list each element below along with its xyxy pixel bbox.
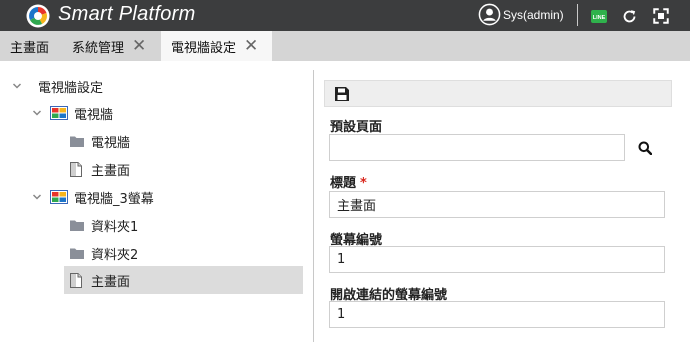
chevron-down-icon[interactable]	[32, 108, 42, 118]
panel-divider	[313, 70, 314, 342]
page-icon	[70, 161, 82, 177]
tab-label: 電視牆設定	[171, 40, 237, 56]
line-icon: LINE	[591, 9, 607, 23]
tree-item-label: 資料夾2	[91, 247, 139, 263]
search-button[interactable]	[632, 135, 658, 161]
tree-item-page-selected[interactable]: 主畫面	[70, 266, 130, 294]
tree-item-wall[interactable]: 電視牆_3螢幕	[50, 183, 154, 211]
save-icon[interactable]	[334, 86, 350, 102]
tv-wall-icon	[50, 106, 68, 120]
tab-label: 主畫面	[10, 40, 50, 56]
tree-item-label: 資料夾1	[91, 219, 139, 235]
tab-bar: 主畫面 系統管理 ✕ 電視牆設定 ✕	[0, 31, 690, 61]
title-label: 標題 *	[330, 176, 367, 191]
page-icon	[70, 272, 82, 288]
folder-icon	[70, 220, 84, 231]
app-header: Smart Platform Sys(admin) LINE	[0, 0, 690, 31]
user-name: Sys(admin)	[503, 7, 564, 22]
chevron-down-icon[interactable]	[32, 192, 42, 202]
tab-home[interactable]: 主畫面	[0, 31, 64, 61]
tree-item-label: 主畫面	[91, 163, 131, 179]
default-page-label: 預設頁面	[330, 120, 383, 135]
tree-item-label: 主畫面	[91, 274, 131, 290]
screen-number-input[interactable]	[329, 246, 665, 273]
form-toolbar	[324, 80, 672, 107]
tree-item-folder[interactable]: 資料夾1	[70, 211, 138, 239]
tree-item-page[interactable]: 主畫面	[70, 155, 130, 183]
user-avatar-icon	[478, 3, 501, 26]
line-button[interactable]: LINE	[588, 5, 610, 27]
tree-item-label: 電視牆_3螢幕	[74, 191, 154, 207]
default-page-input[interactable]	[329, 134, 625, 161]
search-icon	[638, 141, 652, 155]
refresh-icon	[623, 9, 635, 22]
close-icon[interactable]: ✕	[132, 37, 146, 55]
tree-item-label: 電視牆	[74, 107, 114, 123]
chevron-down-icon[interactable]	[12, 81, 22, 91]
tree-item-folder[interactable]: 電視牆	[70, 127, 130, 155]
tab-label: 系統管理	[72, 40, 125, 56]
tv-wall-icon	[50, 190, 68, 204]
fullscreen-button[interactable]	[650, 5, 672, 27]
header-separator	[577, 4, 578, 26]
tab-tv-wall-settings[interactable]: 電視牆設定 ✕	[161, 31, 272, 61]
open-linked-screen-number-input[interactable]	[329, 301, 665, 328]
user-menu[interactable]: Sys(admin)	[478, 3, 564, 26]
tab-system-management[interactable]: 系統管理 ✕	[64, 31, 161, 61]
brand-title: Smart Platform	[58, 3, 196, 25]
fullscreen-icon	[653, 8, 669, 24]
tree-item-label: 電視牆	[91, 135, 131, 151]
tree-panel: 電視牆設定 電視牆 電視牆 主畫面 電視牆_3螢幕 資料夾1 資料夾2 主畫面	[0, 61, 313, 342]
refresh-button[interactable]	[618, 5, 640, 27]
close-icon[interactable]: ✕	[244, 37, 258, 55]
tree-item-wall[interactable]: 電視牆	[50, 99, 113, 127]
svg-text:LINE: LINE	[593, 15, 606, 21]
tree-item-root[interactable]: 電視牆設定	[38, 72, 103, 100]
required-mark: *	[360, 176, 367, 191]
app-logo-icon	[26, 4, 50, 28]
tree-item-label: 電視牆設定	[38, 80, 104, 96]
folder-icon	[70, 248, 84, 259]
folder-icon	[70, 136, 84, 147]
tree-item-folder[interactable]: 資料夾2	[70, 239, 138, 267]
title-input[interactable]	[329, 191, 665, 218]
